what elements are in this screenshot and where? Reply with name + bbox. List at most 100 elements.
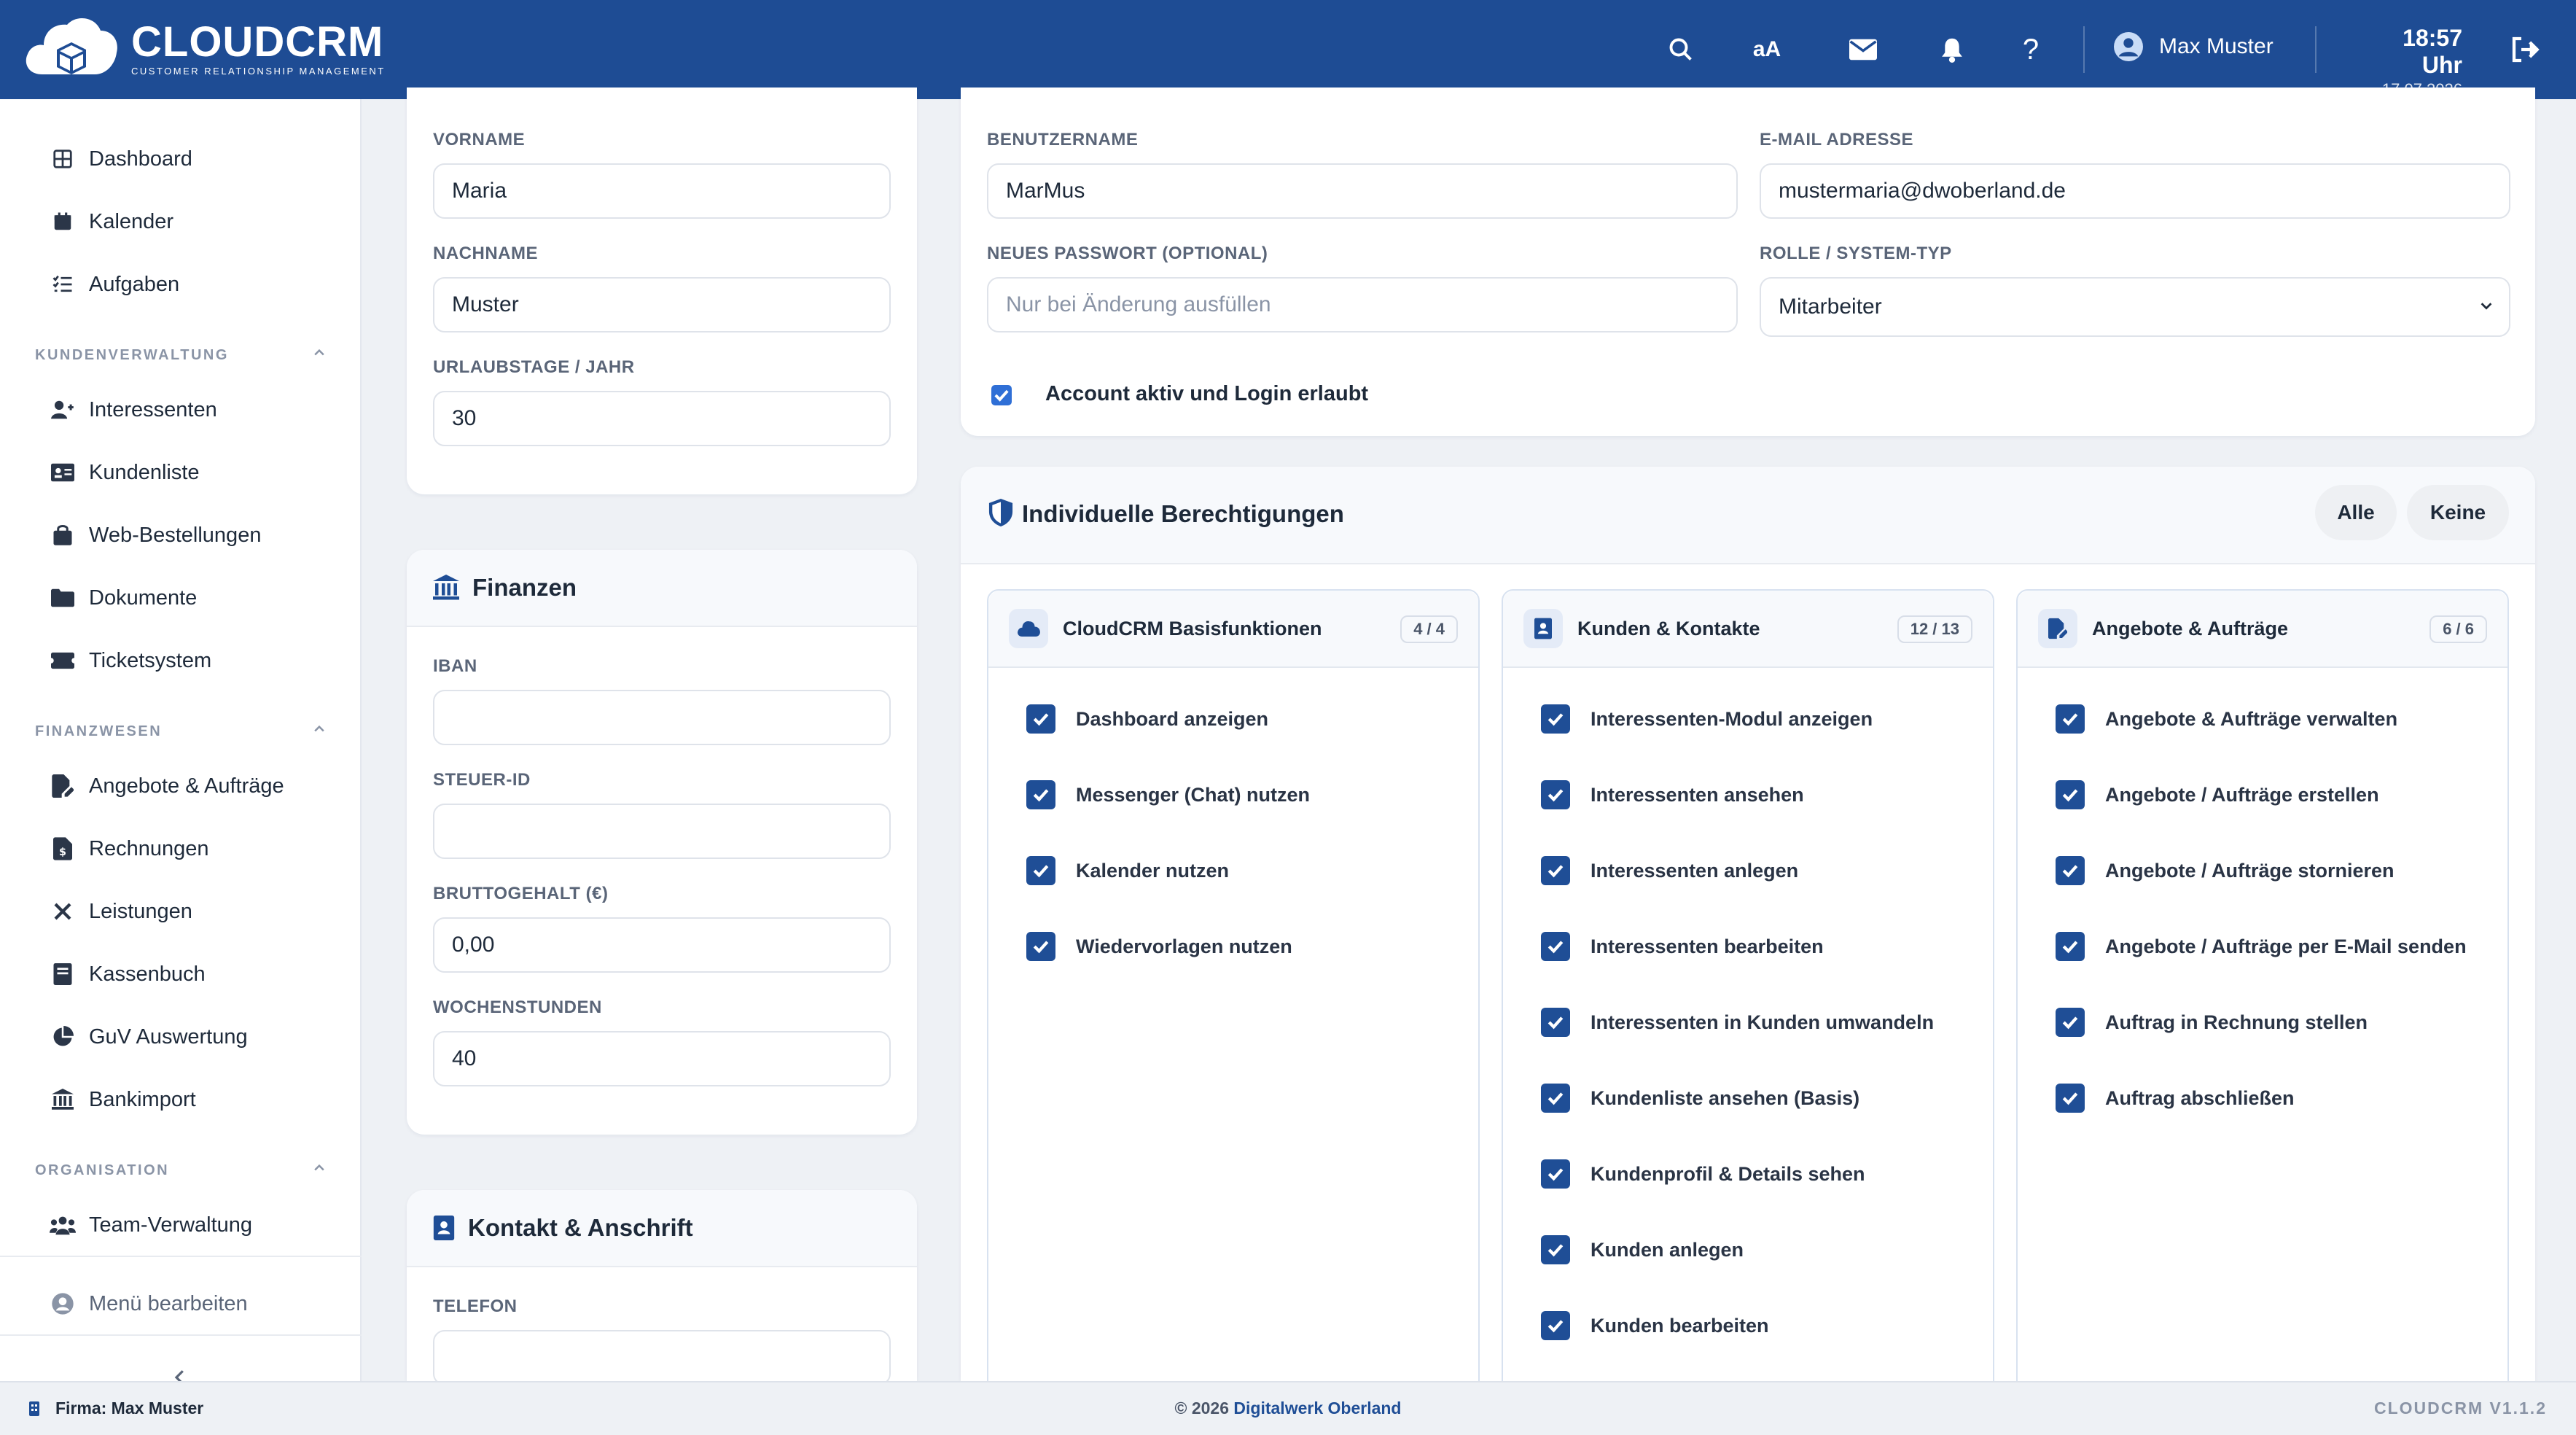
perm-checkbox[interactable] xyxy=(2056,856,2085,885)
salary-input[interactable]: 0,00 xyxy=(433,917,891,973)
check-icon xyxy=(1547,1016,1564,1030)
perm-checkbox[interactable] xyxy=(1541,1084,1570,1113)
iban-input[interactable] xyxy=(433,690,891,745)
help-icon[interactable]: ? xyxy=(2013,32,2048,67)
tax-id-label: STEUER-ID xyxy=(433,770,531,790)
perm-item[interactable]: Angebote & Aufträge verwalten xyxy=(2056,704,2397,734)
email-label: E-MAIL ADRESSE xyxy=(1760,130,1914,149)
perm-item[interactable]: Angebote / Aufträge stornieren xyxy=(2056,856,2394,885)
perm-checkbox[interactable] xyxy=(1541,1311,1570,1340)
nav-kalender[interactable]: Kalender xyxy=(50,200,173,244)
perm-checkbox[interactable] xyxy=(1541,932,1570,961)
nav-dashboard[interactable]: Dashboard xyxy=(50,137,192,181)
perm-checkbox[interactable] xyxy=(1541,1159,1570,1189)
password-input[interactable]: Nur bei Änderung ausfüllen xyxy=(987,277,1738,332)
username-input[interactable]: MarMus xyxy=(987,163,1738,219)
firstname-input[interactable]: Maria xyxy=(433,163,891,219)
text-size-button[interactable]: aA xyxy=(1749,32,1784,67)
phone-input[interactable] xyxy=(433,1330,891,1385)
perm-item[interactable]: Kalender nutzen xyxy=(1026,856,1229,885)
mail-icon[interactable] xyxy=(1846,32,1881,67)
perm-label: Angebote / Aufträge erstellen xyxy=(2105,783,2379,806)
nav-menu-bearbeiten[interactable]: Menü bearbeiten xyxy=(50,1282,248,1326)
perm-checkbox[interactable] xyxy=(2056,932,2085,961)
perm-item[interactable]: Kunden anlegen xyxy=(1541,1235,1744,1264)
tax-id-input[interactable] xyxy=(433,804,891,859)
account-active-checkbox[interactable] xyxy=(991,385,1012,405)
perm-checkbox[interactable] xyxy=(1541,780,1570,809)
logout-icon[interactable] xyxy=(2507,32,2542,67)
role-select[interactable]: Mitarbeiter xyxy=(1760,277,2510,337)
nav-team-verwaltung[interactable]: Team-Verwaltung xyxy=(50,1203,252,1247)
perm-item[interactable]: Interessenten-Modul anzeigen xyxy=(1541,704,1873,734)
footer-brand-link[interactable]: Digitalwerk Oberland xyxy=(1233,1399,1401,1418)
section-organisation[interactable]: ORGANISATION xyxy=(35,1162,327,1179)
select-none-button[interactable]: Keine xyxy=(2407,485,2509,540)
perm-checkbox[interactable] xyxy=(2056,1084,2085,1113)
nav-label: Rechnungen xyxy=(89,836,209,860)
footer: Firma: Max Muster © 2026 Digitalwerk Obe… xyxy=(0,1381,2576,1435)
perm-checkbox[interactable] xyxy=(1541,856,1570,885)
perm-checkbox[interactable] xyxy=(1541,1008,1570,1037)
perm-item[interactable]: Dashboard anzeigen xyxy=(1026,704,1268,734)
perm-item[interactable]: Wiedervorlagen nutzen xyxy=(1026,932,1292,961)
nav-dokumente[interactable]: Dokumente xyxy=(50,576,197,620)
perm-item[interactable]: Auftrag abschließen xyxy=(2056,1084,2295,1113)
perm-checkbox[interactable] xyxy=(2056,780,2085,809)
perm-checkbox[interactable] xyxy=(2056,1008,2085,1037)
perm-label: Interessenten anlegen xyxy=(1591,859,1799,882)
nav-leistungen[interactable]: Leistungen xyxy=(50,890,192,933)
section-finanzwesen[interactable]: FINANZWESEN xyxy=(35,723,327,740)
perm-item[interactable]: Angebote / Aufträge erstellen xyxy=(2056,780,2379,809)
perm-checkbox[interactable] xyxy=(1541,704,1570,734)
perm-item[interactable]: Interessenten bearbeiten xyxy=(1541,932,1824,961)
check-icon xyxy=(1547,713,1564,726)
search-icon[interactable] xyxy=(1663,32,1698,67)
user-menu[interactable]: Max Muster xyxy=(2114,32,2273,61)
nav-web-bestellungen[interactable]: Web-Bestellungen xyxy=(50,513,261,557)
check-icon xyxy=(1033,789,1049,802)
hours-input[interactable]: 40 xyxy=(433,1031,891,1086)
perm-checkbox[interactable] xyxy=(1026,856,1055,885)
nav-bankimport[interactable]: Bankimport xyxy=(50,1078,196,1121)
perm-item[interactable]: Kundenprofil & Details sehen xyxy=(1541,1159,1865,1189)
perm-item[interactable]: Auftrag in Rechnung stellen xyxy=(2056,1008,2368,1037)
perm-checkbox[interactable] xyxy=(1541,1235,1570,1264)
nav-aufgaben[interactable]: Aufgaben xyxy=(50,262,179,306)
perm-item[interactable]: Kunden bearbeiten xyxy=(1541,1311,1769,1340)
user-plus-icon xyxy=(50,397,76,423)
nav-ticketsystem[interactable]: Ticketsystem xyxy=(50,639,211,682)
bell-icon[interactable] xyxy=(1935,32,1970,67)
user-avatar-icon xyxy=(2114,32,2143,61)
perm-group-header: CloudCRM Basisfunktionen 4 / 4 xyxy=(988,591,1478,668)
email-input[interactable]: mustermaria@dwoberland.de xyxy=(1760,163,2510,219)
vacation-input[interactable]: 30 xyxy=(433,391,891,446)
nav-kundenliste[interactable]: Kundenliste xyxy=(50,451,200,494)
sidebar: Dashboard Kalender Aufgaben KUNDENVERWAL… xyxy=(0,99,362,1385)
perm-checkbox[interactable] xyxy=(1026,704,1055,734)
perm-item[interactable]: Interessenten anlegen xyxy=(1541,856,1798,885)
lastname-input[interactable]: Muster xyxy=(433,277,891,332)
nav-kassenbuch[interactable]: Kassenbuch xyxy=(50,952,206,996)
nav-label: Kalender xyxy=(89,209,174,233)
perm-group-header: Angebote & Aufträge 6 / 6 xyxy=(2018,591,2507,668)
section-kundenverwaltung[interactable]: KUNDENVERWALTUNG xyxy=(35,347,327,364)
perm-item[interactable]: Kundenliste ansehen (Basis) xyxy=(1541,1084,1859,1113)
perm-checkbox[interactable] xyxy=(1026,780,1055,809)
perm-checkbox[interactable] xyxy=(2056,704,2085,734)
perm-item[interactable]: Interessenten in Kunden umwandeln xyxy=(1541,1008,1934,1037)
perm-item[interactable]: Angebote / Aufträge per E-Mail senden xyxy=(2056,932,2467,961)
nav-guv[interactable]: GuV Auswertung xyxy=(50,1015,248,1059)
perm-checkbox[interactable] xyxy=(1026,932,1055,961)
shield-icon xyxy=(988,499,1013,526)
pie-chart-icon xyxy=(50,1024,76,1050)
nav-angebote[interactable]: Angebote & Aufträge xyxy=(50,764,284,808)
nav-rechnungen[interactable]: $ Rechnungen xyxy=(50,827,208,871)
brand-logo[interactable]: CLOUDCRM CUSTOMER RELATIONSHIP MANAGEMEN… xyxy=(22,12,386,85)
perm-item[interactable]: Messenger (Chat) nutzen xyxy=(1026,780,1310,809)
select-all-button[interactable]: Alle xyxy=(2315,485,2397,540)
perm-item[interactable]: Interessenten ansehen xyxy=(1541,780,1804,809)
perm-group-basis: CloudCRM Basisfunktionen 4 / 4 Dashboard… xyxy=(987,589,1480,1391)
nav-interessenten[interactable]: Interessenten xyxy=(50,388,217,432)
check-icon xyxy=(1547,1168,1564,1181)
